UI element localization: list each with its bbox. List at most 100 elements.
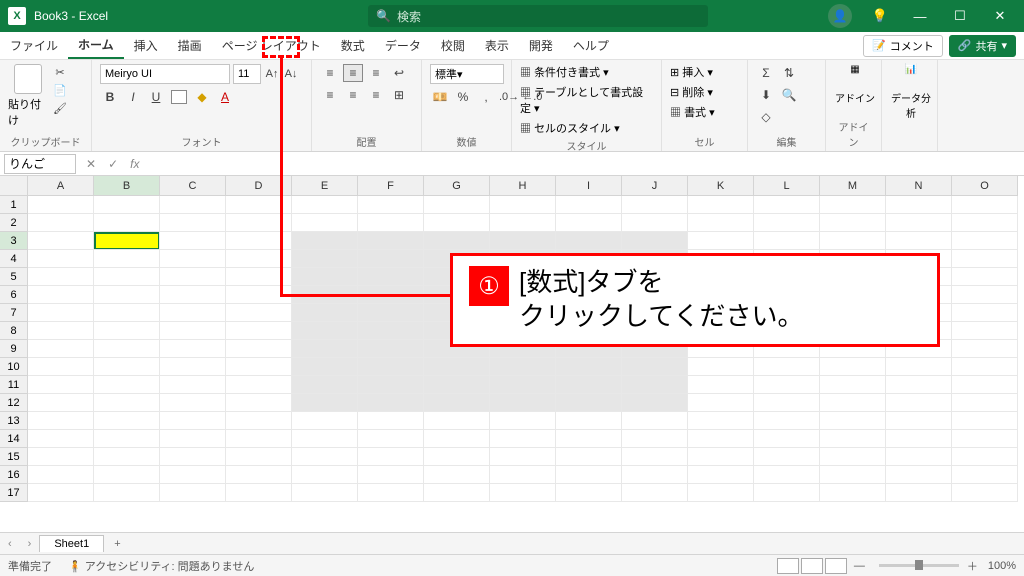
- cell[interactable]: [28, 196, 94, 214]
- cell[interactable]: [952, 304, 1018, 322]
- cell[interactable]: [358, 322, 424, 340]
- row-header[interactable]: 16: [0, 466, 28, 484]
- cell[interactable]: [424, 448, 490, 466]
- cell[interactable]: [292, 232, 358, 250]
- cell[interactable]: [292, 394, 358, 412]
- cell[interactable]: [160, 412, 226, 430]
- cell[interactable]: [688, 430, 754, 448]
- cancel-fx-icon[interactable]: ✕: [80, 157, 102, 171]
- cell[interactable]: [820, 376, 886, 394]
- cell[interactable]: [820, 430, 886, 448]
- view-page-layout-button[interactable]: [801, 558, 823, 574]
- tab-developer[interactable]: 開発: [519, 32, 563, 59]
- cell[interactable]: [952, 394, 1018, 412]
- maximize-button[interactable]: ☐: [948, 8, 972, 24]
- cell[interactable]: [688, 466, 754, 484]
- cell[interactable]: [754, 232, 820, 250]
- cell[interactable]: [754, 376, 820, 394]
- cell[interactable]: [688, 232, 754, 250]
- row-header[interactable]: 17: [0, 484, 28, 502]
- cell[interactable]: [28, 268, 94, 286]
- cell[interactable]: [820, 196, 886, 214]
- cell[interactable]: [952, 286, 1018, 304]
- fill-color-button[interactable]: ◆: [192, 88, 212, 106]
- cell[interactable]: [226, 340, 292, 358]
- cell[interactable]: [490, 412, 556, 430]
- align-top-button[interactable]: ≡: [320, 64, 340, 82]
- cell[interactable]: [160, 394, 226, 412]
- column-header[interactable]: M: [820, 176, 886, 196]
- tab-help[interactable]: ヘルプ: [563, 32, 619, 59]
- cell[interactable]: [754, 484, 820, 502]
- cell[interactable]: [94, 268, 160, 286]
- comments-button[interactable]: 📝 コメント: [863, 35, 943, 57]
- column-header[interactable]: L: [754, 176, 820, 196]
- cell[interactable]: [226, 412, 292, 430]
- cut-button[interactable]: ✂: [52, 64, 68, 80]
- tab-data[interactable]: データ: [375, 32, 431, 59]
- row-header[interactable]: 8: [0, 322, 28, 340]
- cell[interactable]: [688, 484, 754, 502]
- cell[interactable]: [358, 268, 424, 286]
- cell[interactable]: [754, 412, 820, 430]
- cell[interactable]: [556, 412, 622, 430]
- column-header[interactable]: A: [28, 176, 94, 196]
- cell[interactable]: [226, 322, 292, 340]
- row-header[interactable]: 15: [0, 448, 28, 466]
- column-header[interactable]: F: [358, 176, 424, 196]
- format-as-table-button[interactable]: ▦ テーブルとして書式設定 ▾: [520, 84, 653, 116]
- zoom-level[interactable]: 100%: [988, 560, 1016, 572]
- row-header[interactable]: 9: [0, 340, 28, 358]
- cell[interactable]: [556, 448, 622, 466]
- cell[interactable]: [226, 466, 292, 484]
- cell[interactable]: [94, 466, 160, 484]
- comma-button[interactable]: ,: [476, 88, 496, 106]
- cell[interactable]: [688, 394, 754, 412]
- cell[interactable]: [952, 448, 1018, 466]
- sheet-nav-next[interactable]: ›: [20, 538, 40, 550]
- number-format-select[interactable]: 標準 ▾: [430, 64, 504, 84]
- cell[interactable]: [490, 466, 556, 484]
- cell[interactable]: [490, 394, 556, 412]
- cell[interactable]: [28, 430, 94, 448]
- align-center-button[interactable]: ≡: [343, 86, 363, 104]
- cell[interactable]: [820, 466, 886, 484]
- cell[interactable]: [556, 466, 622, 484]
- view-normal-button[interactable]: [777, 558, 799, 574]
- cell[interactable]: [622, 214, 688, 232]
- cell[interactable]: [688, 376, 754, 394]
- sheet-nav-prev[interactable]: ‹: [0, 538, 20, 550]
- font-name-input[interactable]: Meiryo UI: [100, 64, 230, 84]
- cell[interactable]: [622, 466, 688, 484]
- cell[interactable]: [160, 376, 226, 394]
- column-header[interactable]: C: [160, 176, 226, 196]
- tab-review[interactable]: 校閲: [431, 32, 475, 59]
- cell[interactable]: [490, 358, 556, 376]
- cell[interactable]: [688, 412, 754, 430]
- cell[interactable]: [292, 358, 358, 376]
- cell[interactable]: [358, 412, 424, 430]
- cell[interactable]: [292, 268, 358, 286]
- share-button[interactable]: 🔗 共有 ▾: [949, 35, 1016, 57]
- cell[interactable]: [292, 196, 358, 214]
- cell[interactable]: [754, 394, 820, 412]
- cell[interactable]: [160, 286, 226, 304]
- column-header[interactable]: H: [490, 176, 556, 196]
- column-header[interactable]: J: [622, 176, 688, 196]
- column-header[interactable]: G: [424, 176, 490, 196]
- cell[interactable]: [94, 358, 160, 376]
- insert-cells-button[interactable]: ⊞ 挿入 ▾: [670, 64, 713, 80]
- row-header[interactable]: 1: [0, 196, 28, 214]
- copy-button[interactable]: 📄: [52, 82, 68, 98]
- cell[interactable]: [226, 394, 292, 412]
- cell[interactable]: [160, 268, 226, 286]
- cell[interactable]: [556, 394, 622, 412]
- cell[interactable]: [292, 214, 358, 232]
- fill-button[interactable]: ⬇: [756, 86, 776, 104]
- cell[interactable]: [358, 358, 424, 376]
- fx-button[interactable]: fx: [124, 157, 145, 171]
- data-analysis-button[interactable]: 📊 データ分析: [890, 64, 932, 120]
- row-header[interactable]: 4: [0, 250, 28, 268]
- cell[interactable]: [622, 430, 688, 448]
- cell[interactable]: [94, 322, 160, 340]
